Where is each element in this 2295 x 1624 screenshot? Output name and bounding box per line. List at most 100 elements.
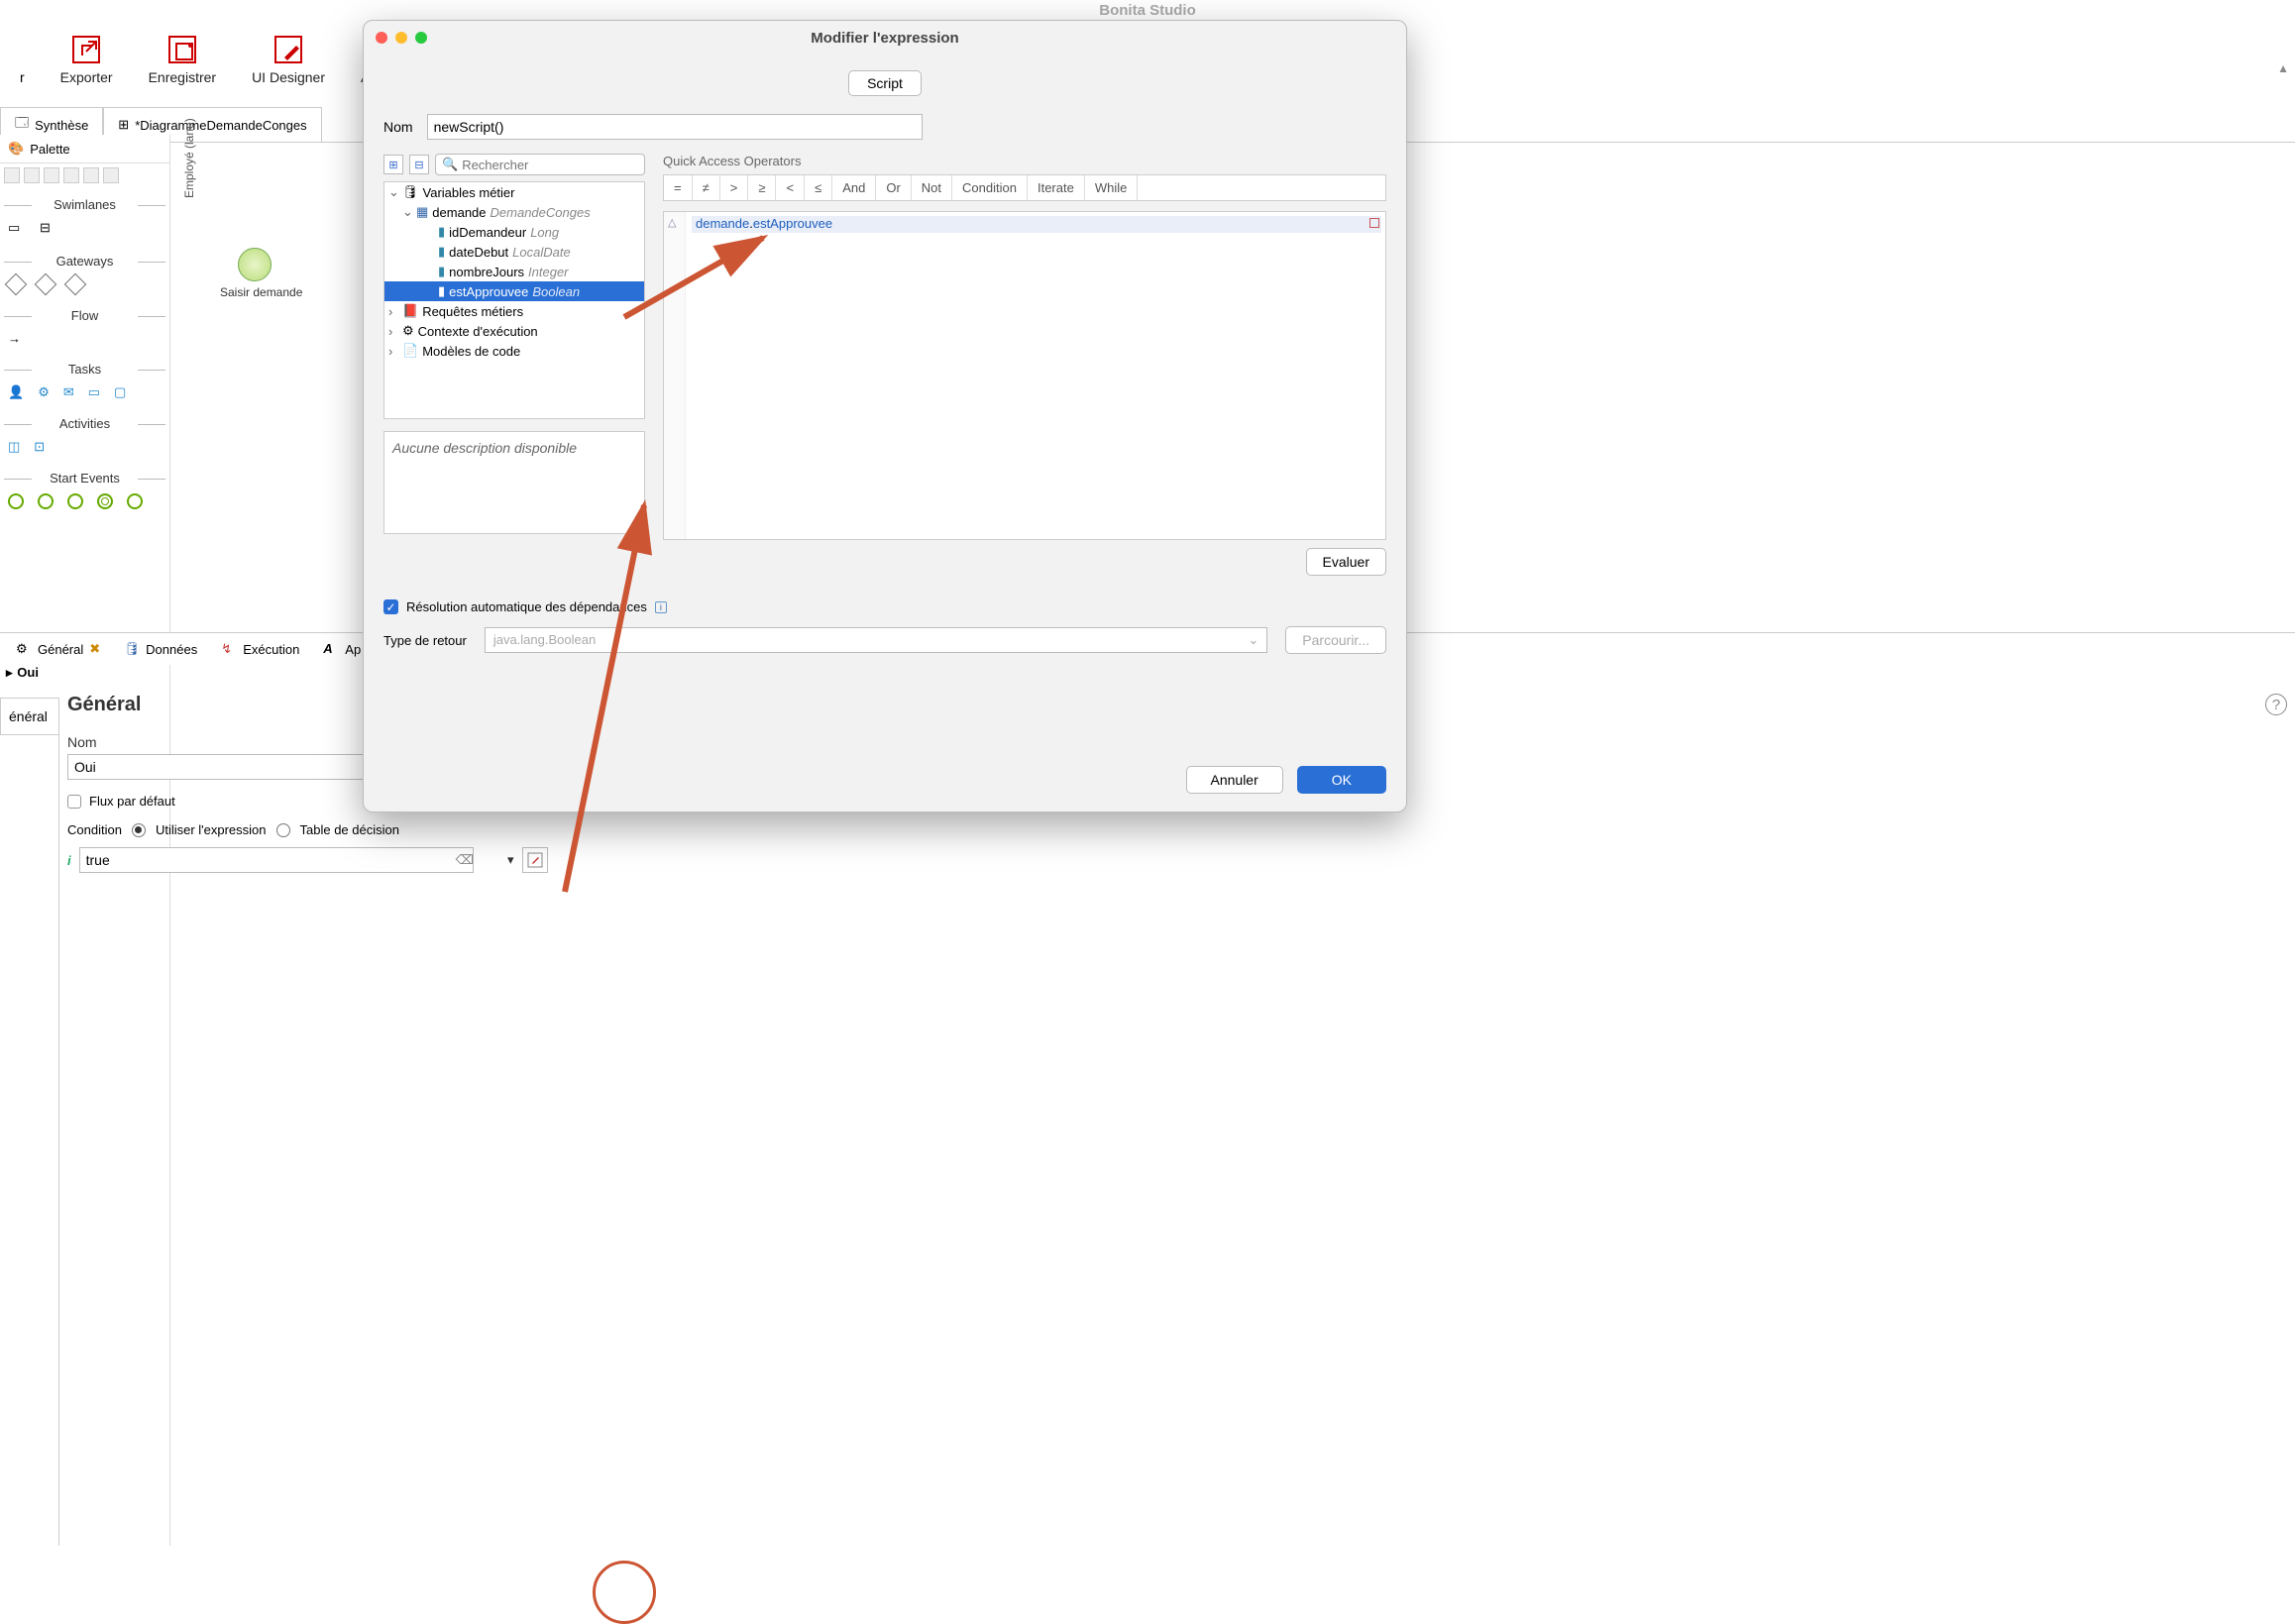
user-task-icon[interactable]: 👤 bbox=[8, 384, 24, 400]
uidesigner-button[interactable]: UI Designer bbox=[252, 34, 325, 85]
collapse-caret-icon[interactable]: ▲ bbox=[2277, 61, 2289, 75]
op-ge[interactable]: ≥ bbox=[748, 175, 776, 200]
tree-row-modeles[interactable]: ›📄 Modèles de code bbox=[384, 341, 644, 361]
return-type-label: Type de retour bbox=[383, 633, 467, 648]
ok-button[interactable]: OK bbox=[1297, 766, 1386, 794]
evaluate-button[interactable]: Evaluer bbox=[1306, 548, 1386, 576]
op-condition[interactable]: Condition bbox=[952, 175, 1028, 200]
tree-row-demande[interactable]: ⌄▦ demande DemandeConges bbox=[384, 202, 644, 222]
send-task-icon[interactable]: ▢ bbox=[114, 384, 126, 400]
export-button[interactable]: Exporter bbox=[60, 34, 113, 85]
lane-label: Employé (lane) bbox=[182, 118, 196, 198]
pencil-icon bbox=[273, 34, 304, 65]
code-editor[interactable]: △ demande.estApprouvee bbox=[663, 211, 1386, 540]
expression-input[interactable] bbox=[79, 847, 474, 873]
dlg-nom-input[interactable] bbox=[427, 114, 923, 140]
properties-panel: Général Nom Flux par défaut Condition Ut… bbox=[67, 694, 2275, 1526]
op-while[interactable]: While bbox=[1085, 175, 1139, 200]
tab-data[interactable]: 🛢 Données bbox=[116, 637, 205, 661]
script-task-icon[interactable]: ✉ bbox=[63, 384, 74, 400]
flow-section[interactable]: Flow bbox=[0, 306, 169, 325]
tree-row-estApprouvee[interactable]: ▮ estApprouvee Boolean bbox=[384, 281, 644, 301]
tasks-section[interactable]: Tasks bbox=[0, 360, 169, 379]
collapse-all-button[interactable]: ⊟ bbox=[409, 155, 429, 174]
tab-appearance[interactable]: A Ap bbox=[315, 637, 369, 661]
tab-general[interactable]: ⚙ Général ✖ bbox=[8, 637, 108, 661]
op-iterate[interactable]: Iterate bbox=[1028, 175, 1085, 200]
zoom-in-icon[interactable] bbox=[4, 167, 20, 183]
start-timer-icon[interactable] bbox=[67, 493, 83, 509]
search-icon: 🔍 bbox=[442, 157, 458, 172]
use-expression-radio[interactable] bbox=[132, 823, 146, 837]
start-message-icon[interactable] bbox=[38, 493, 54, 509]
tree-search-input[interactable] bbox=[462, 158, 638, 172]
tree-row-dateDebut[interactable]: ▮ dateDebut LocalDate bbox=[384, 242, 644, 262]
fit-icon[interactable] bbox=[44, 167, 59, 183]
browse-button[interactable]: Parcourir... bbox=[1285, 626, 1386, 654]
flux-defaut-checkbox[interactable] bbox=[67, 795, 81, 809]
grid-icon[interactable] bbox=[63, 167, 79, 183]
op-lt[interactable]: < bbox=[776, 175, 805, 200]
cancel-button[interactable]: Annuler bbox=[1186, 766, 1283, 794]
op-ne[interactable]: ≠ bbox=[693, 175, 720, 200]
op-le[interactable]: ≤ bbox=[805, 175, 832, 200]
tree-row-contexte[interactable]: ›⚙ Contexte d'exécution bbox=[384, 321, 644, 341]
return-type-select[interactable]: java.lang.Boolean ⌄ bbox=[485, 627, 1267, 653]
fold-icon[interactable]: △ bbox=[668, 216, 676, 229]
tree-row-requetes[interactable]: ›📕 Requêtes métiers bbox=[384, 301, 644, 321]
gateway-exclusive-icon[interactable] bbox=[5, 273, 28, 296]
palette-icon: 🎨 bbox=[8, 141, 24, 157]
app-title: Bonita Studio bbox=[0, 2, 2295, 19]
service-task-icon[interactable]: ⚙ bbox=[38, 384, 50, 400]
side-tab-general[interactable]: énéral bbox=[0, 698, 58, 735]
info-icon[interactable]: i bbox=[655, 601, 667, 613]
start-error-icon[interactable] bbox=[127, 493, 143, 509]
edit-expression-button[interactable] bbox=[522, 847, 548, 873]
gateways-section[interactable]: Gateways bbox=[0, 252, 169, 271]
dialog-title: Modifier l'expression bbox=[364, 30, 1406, 47]
clear-icon[interactable]: ⌫ bbox=[456, 852, 474, 868]
op-and[interactable]: And bbox=[832, 175, 876, 200]
receive-task-icon[interactable]: ▭ bbox=[88, 384, 100, 400]
help-icon[interactable]: ? bbox=[2265, 694, 2287, 715]
op-not[interactable]: Not bbox=[912, 175, 952, 200]
zoom-out-icon[interactable] bbox=[24, 167, 40, 183]
lane-icon[interactable]: ⊟ bbox=[40, 220, 57, 238]
variables-tree[interactable]: ⌄🛢 Variables métier ⌄▦ demande DemandeCo… bbox=[383, 181, 645, 419]
tab-execution[interactable]: ↯ Exécution bbox=[213, 637, 307, 661]
script-tab[interactable]: Script bbox=[848, 70, 922, 96]
activities-section[interactable]: Activities bbox=[0, 414, 169, 433]
qao-label: Quick Access Operators bbox=[663, 154, 1386, 168]
tree-row-nombreJours[interactable]: ▮ nombreJours Integer bbox=[384, 262, 644, 281]
palette-title: 🎨 Palette bbox=[0, 135, 169, 163]
flow-icon[interactable]: → bbox=[8, 331, 21, 346]
op-gt[interactable]: > bbox=[720, 175, 749, 200]
close-icon[interactable]: ✖ bbox=[89, 641, 100, 657]
gateway-inclusive-icon[interactable] bbox=[64, 273, 87, 296]
align-icon[interactable] bbox=[83, 167, 99, 183]
start-event-icon[interactable] bbox=[8, 493, 24, 509]
tree-row-business-vars[interactable]: ⌄🛢 Variables métier bbox=[384, 182, 644, 202]
swimlanes-section[interactable]: Swimlanes bbox=[0, 195, 169, 214]
gateway-parallel-icon[interactable] bbox=[35, 273, 57, 296]
start-signal-icon[interactable] bbox=[97, 493, 113, 509]
dialog-titlebar: Modifier l'expression bbox=[364, 21, 1406, 54]
gear-icon: ⚙ bbox=[16, 641, 32, 657]
expand-all-button[interactable]: ⊞ bbox=[383, 155, 403, 174]
chevron-down-icon[interactable]: ▾ bbox=[507, 852, 514, 868]
distribute-icon[interactable] bbox=[103, 167, 119, 183]
start-event-node[interactable] bbox=[238, 248, 272, 281]
save-button[interactable]: Enregistrer bbox=[149, 34, 216, 85]
start-events-section[interactable]: Start Events bbox=[0, 469, 169, 487]
auto-deps-checkbox[interactable]: ✓ bbox=[383, 599, 398, 614]
call-activity-icon[interactable]: ⊡ bbox=[34, 439, 45, 455]
pool-icon[interactable]: ▭ bbox=[8, 220, 26, 238]
tree-row-idDemandeur[interactable]: ▮ idDemandeur Long bbox=[384, 222, 644, 242]
op-eq[interactable]: = bbox=[664, 175, 693, 200]
op-or[interactable]: Or bbox=[876, 175, 911, 200]
decision-table-radio[interactable] bbox=[276, 823, 290, 837]
operator-bar: = ≠ > ≥ < ≤ And Or Not Condition Iterate… bbox=[663, 174, 1386, 201]
subprocess-icon[interactable]: ◫ bbox=[8, 439, 20, 455]
use-expression-label: Utiliser l'expression bbox=[156, 822, 267, 837]
annotation-circle bbox=[593, 1561, 656, 1624]
